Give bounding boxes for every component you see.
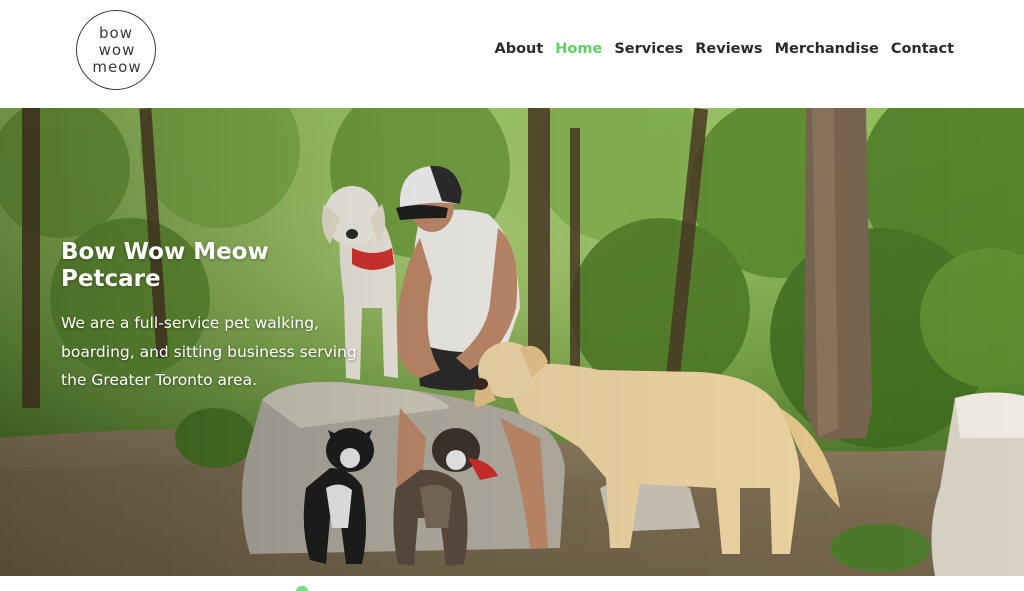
hero-title: Bow Wow Meow Petcare [61,239,269,292]
nav-home[interactable]: Home [555,41,602,57]
scroll-indicator [296,586,308,591]
logo-line-meow: meow [92,57,142,76]
nav-merchandise[interactable]: Merchandise [775,41,879,57]
hero-section: Bow Wow Meow Petcare We are a full-servi… [0,108,1024,576]
main-nav: About Home Services Reviews Merchandise … [482,41,954,57]
page: bow wow meow About Home Services Reviews… [0,0,1024,591]
logo-line-bow: bow [99,23,133,42]
nav-about[interactable]: About [494,41,543,57]
logo[interactable]: bow wow meow [76,10,156,90]
logo-line-wow: wow [98,40,136,59]
hero-description: We are a full-service pet walking, board… [61,314,357,389]
below-hero-strip [0,576,1024,591]
nav-contact[interactable]: Contact [891,41,954,57]
hero-text-block: Bow Wow Meow Petcare We are a full-servi… [61,239,361,395]
nav-services[interactable]: Services [614,41,683,57]
nav-reviews[interactable]: Reviews [695,41,762,57]
site-header: bow wow meow About Home Services Reviews… [0,0,1024,108]
